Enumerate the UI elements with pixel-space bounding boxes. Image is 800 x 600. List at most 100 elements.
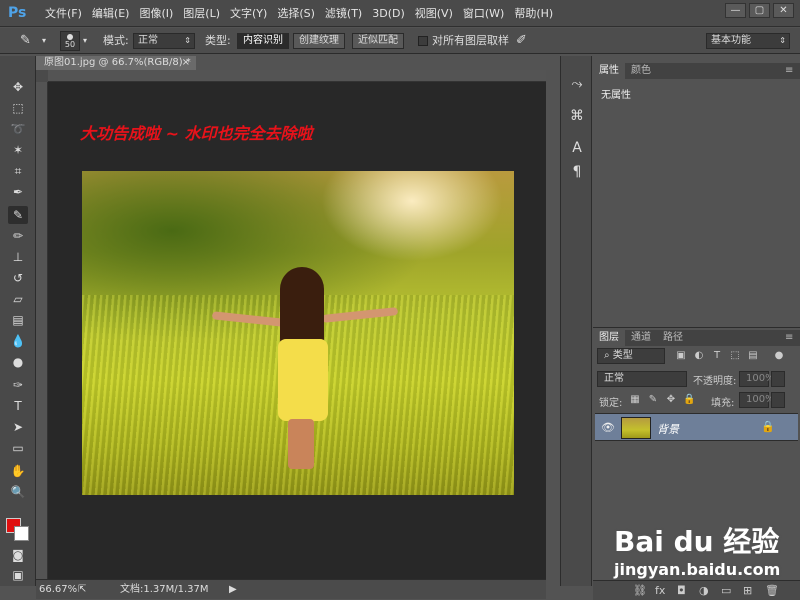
hand-tool-icon[interactable]: ✋ xyxy=(8,462,28,480)
zoom-level[interactable]: 66.67% xyxy=(39,580,77,600)
lock-position-icon[interactable]: ✥ xyxy=(665,394,677,406)
lasso-tool-icon[interactable]: ➰ xyxy=(8,120,28,138)
panel-menu-icon[interactable]: ≡ xyxy=(779,330,799,346)
tab-channels[interactable]: 通道 xyxy=(625,330,657,346)
zoom-tool-icon[interactable]: 🔍 xyxy=(8,483,28,501)
layer-style-icon[interactable]: fx xyxy=(655,584,665,597)
fill-input[interactable]: 100% xyxy=(739,392,775,408)
menu-select[interactable]: 选择(S) xyxy=(272,0,320,27)
maximize-button[interactable]: ▢ xyxy=(749,3,770,18)
type-proximity-match-button[interactable]: 近似匹配 xyxy=(352,33,404,49)
eyedropper-tool-icon[interactable]: ✒ xyxy=(8,183,28,201)
delete-layer-icon[interactable]: 🗑 xyxy=(765,584,779,597)
fill-dropdown[interactable] xyxy=(771,392,785,408)
spot-healing-brush-tool-icon[interactable]: ✎ xyxy=(8,206,28,224)
menu-3d[interactable]: 3D(D) xyxy=(367,0,410,27)
brush-preset-picker[interactable]: 50 xyxy=(60,31,80,51)
menu-file[interactable]: 文件(F) xyxy=(40,0,87,27)
mode-select[interactable]: 正常 ⇕ xyxy=(133,33,195,49)
sample-all-layers-checkbox[interactable] xyxy=(418,36,428,46)
magic-wand-tool-icon[interactable]: ✶ xyxy=(8,141,28,159)
play-icon[interactable]: ▶ xyxy=(229,580,237,600)
opacity-input[interactable]: 100% xyxy=(739,371,775,387)
menu-type[interactable]: 文字(Y) xyxy=(225,0,272,27)
screen-mode-icon[interactable]: ▣ xyxy=(8,566,28,584)
background-color-swatch[interactable] xyxy=(14,526,29,541)
tab-color[interactable]: 颜色 xyxy=(625,63,657,79)
layer-name[interactable]: 背景 xyxy=(657,421,679,437)
layer-filter-select[interactable]: ⌕ 类型 xyxy=(597,348,665,364)
lock-pixels-icon[interactable]: ✎ xyxy=(647,394,659,406)
path-selection-tool-icon[interactable]: ➤ xyxy=(8,418,28,436)
blur-tool-icon[interactable]: 💧 xyxy=(8,332,28,350)
filter-kind-value: 类型 xyxy=(612,350,633,361)
character-icon[interactable]: A xyxy=(567,138,587,158)
menu-help[interactable]: 帮助(H) xyxy=(509,0,558,27)
menu-view[interactable]: 视图(V) xyxy=(410,0,458,27)
marquee-tool-icon[interactable]: ⬚ xyxy=(8,99,28,117)
export-icon[interactable]: ⇱ xyxy=(78,580,86,600)
type-create-texture-button[interactable]: 创建纹理 xyxy=(293,33,345,49)
eraser-tool-icon[interactable]: ▱ xyxy=(8,290,28,308)
menu-edit[interactable]: 编辑(E) xyxy=(87,0,135,27)
baidu-watermark: Bai du 经验 jingyan.baidu.com xyxy=(614,520,780,579)
clone-stamp-tool-icon[interactable]: ⊥ xyxy=(8,248,28,266)
blend-mode-value: 正常 xyxy=(604,373,624,384)
link-layers-icon[interactable]: ⛓ xyxy=(633,584,647,597)
menu-window[interactable]: 窗口(W) xyxy=(458,0,509,27)
menu-layer[interactable]: 图层(L) xyxy=(178,0,225,27)
photo-girl-hair xyxy=(280,267,324,349)
move-tool-icon[interactable]: ✥ xyxy=(8,78,28,96)
history-icon[interactable]: ⤳ xyxy=(567,74,587,94)
menu-image[interactable]: 图像(I) xyxy=(134,0,178,27)
adjustment-filter-icon[interactable]: ◐ xyxy=(693,350,705,362)
lock-all-icon[interactable]: 🔒 xyxy=(683,394,695,406)
tab-layers[interactable]: 图层 xyxy=(593,330,625,346)
panel-menu-icon[interactable]: ≡ xyxy=(779,63,799,79)
crop-tool-icon[interactable]: ⌗ xyxy=(8,162,28,180)
opacity-dropdown[interactable] xyxy=(771,371,785,387)
new-group-icon[interactable]: ▭ xyxy=(721,584,731,597)
horizontal-ruler[interactable] xyxy=(48,70,546,82)
overlay-caption: 大功告成啦 ~ 水印也完全去除啦 xyxy=(80,124,313,143)
pixel-filter-icon[interactable]: ▣ xyxy=(675,350,687,362)
filter-toggle-icon[interactable]: ● xyxy=(773,350,785,362)
new-layer-icon[interactable]: ⊞ xyxy=(743,584,752,597)
gradient-tool-icon[interactable]: ▤ xyxy=(8,311,28,329)
minimize-button[interactable]: — xyxy=(725,3,746,18)
rectangle-tool-icon[interactable]: ▭ xyxy=(8,439,28,457)
layer-row[interactable]: 👁 背景 🔒 xyxy=(595,413,798,441)
history-brush-tool-icon[interactable]: ↺ xyxy=(8,269,28,287)
type-content-aware-button[interactable]: 内容识别 xyxy=(237,33,289,49)
adjustment-layer-icon[interactable]: ◑ xyxy=(699,584,709,597)
menu-filter[interactable]: 滤镜(T) xyxy=(320,0,367,27)
smart-object-filter-icon[interactable]: ▤ xyxy=(747,350,759,362)
shape-filter-icon[interactable]: ⬚ xyxy=(729,350,741,362)
visibility-eye-icon[interactable]: 👁 xyxy=(601,421,615,434)
brush-tool-icon[interactable]: ✏ xyxy=(8,227,28,245)
brush-presets-icon[interactable]: ⌘ xyxy=(567,106,587,126)
tab-properties[interactable]: 属性 xyxy=(593,63,625,79)
blend-mode-select[interactable]: 正常 xyxy=(597,371,687,387)
dodge-tool-icon[interactable]: ● xyxy=(8,353,28,371)
close-button[interactable]: ✕ xyxy=(773,3,794,18)
workspace-select[interactable]: 基本功能 ⇕ xyxy=(706,33,790,49)
canvas-area[interactable]: 大功告成啦 ~ 水印也完全去除啦 xyxy=(48,82,546,579)
quick-mask-icon[interactable]: ◙ xyxy=(8,546,28,564)
type-filter-icon[interactable]: T xyxy=(711,350,723,362)
pressure-size-icon[interactable]: ✐ xyxy=(516,28,527,54)
lock-transparency-icon[interactable]: ▦ xyxy=(629,394,641,406)
add-mask-icon[interactable]: ◘ xyxy=(677,584,686,597)
spot-healing-brush-icon[interactable]: ✎ xyxy=(20,28,31,54)
close-tab-icon[interactable]: × xyxy=(182,56,190,70)
vertical-ruler[interactable] xyxy=(36,82,48,579)
watermark-brand: Bai du 经验 xyxy=(614,525,780,558)
pen-tool-icon[interactable]: ✑ xyxy=(8,376,28,394)
sample-all-layers-label: 对所有图层取样 xyxy=(432,34,509,47)
paragraph-icon[interactable]: ¶ xyxy=(567,162,587,182)
chevron-down-icon[interactable]: ▾ xyxy=(83,28,87,54)
text-tool-icon[interactable]: T xyxy=(8,397,28,415)
tab-paths[interactable]: 路径 xyxy=(657,330,689,346)
chevron-down-icon[interactable]: ▾ xyxy=(42,28,46,54)
document-tab[interactable]: 原图01.jpg @ 66.7%(RGB/8) * × xyxy=(36,56,196,70)
